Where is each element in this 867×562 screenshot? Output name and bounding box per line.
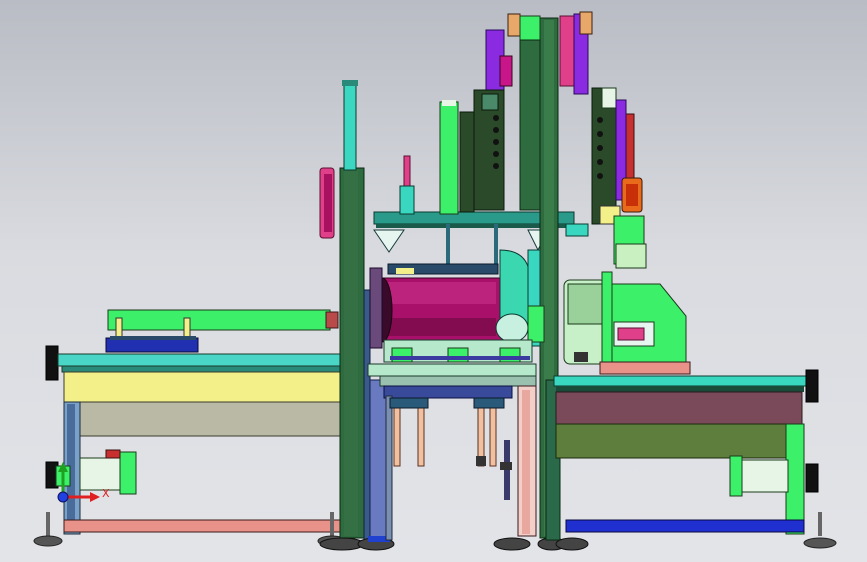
right-bottom-rail: [565, 519, 805, 533]
right-motor-cap: [729, 455, 743, 497]
left-cylinder-base-top: [110, 336, 196, 340]
center-lower-plate: [367, 363, 537, 377]
center-lower-leg-right-inner: [522, 390, 530, 534]
top-orange-gripper-inner: [626, 184, 638, 206]
top-green-shaft: [519, 39, 541, 211]
top-orange-clamp-right: [579, 11, 593, 35]
right-adjust-knob-top: [805, 369, 819, 403]
left-feed-cylinder: [105, 309, 339, 353]
right-adjust-knob-bottom: [805, 463, 819, 493]
cyl-tall-green: [439, 101, 459, 215]
hanging-pin-2: [417, 403, 425, 467]
drum-base-rail: [390, 356, 530, 360]
left-column-rod-cap: [342, 80, 358, 86]
left-yellow-belt: [63, 371, 347, 403]
left-gusset: [373, 229, 405, 253]
left-cylinder-rod-end: [325, 311, 339, 329]
right-table-top: [553, 375, 807, 387]
left-table-top-plate: [57, 353, 349, 367]
left-foot-post-2: [330, 512, 334, 536]
hanging-pin-1: [393, 403, 401, 467]
right-table-strip: [556, 386, 804, 392]
center-foot-1: [493, 537, 531, 551]
center-lower-leg-left: [385, 395, 393, 541]
drum-green-box: [527, 305, 545, 343]
right-maroon-belt: [555, 391, 803, 425]
left-foot-1: [33, 535, 63, 547]
hanging-bracket-left: [389, 397, 429, 409]
left-cylinder-base: [105, 337, 199, 353]
left-table-top-strip: [61, 365, 349, 373]
cyl-red-rod: [403, 155, 411, 191]
center-foot-3: [555, 537, 589, 551]
center-lower-plate-2: [379, 375, 537, 387]
hanging-bolt-2: [500, 462, 512, 470]
center-lower-beam: [383, 385, 513, 399]
top-red-rail: [625, 113, 635, 181]
left-column-post-inner: [344, 170, 358, 536]
right-motor-flange: [601, 271, 613, 365]
left-adjust-knob-top: [45, 345, 59, 381]
left-conveyor-table: [33, 345, 349, 547]
cyl-dark-panel: [459, 111, 475, 213]
drum-top-rail-light: [396, 268, 414, 274]
top-small-valve: [565, 223, 589, 237]
top-chain-left-block: [481, 93, 499, 111]
left-column-brace: [363, 289, 371, 541]
right-motor-ribs: [567, 283, 603, 325]
left-foot-post-1: [46, 512, 50, 536]
top-white-block-right: [601, 87, 617, 109]
triad-x-arrow: [90, 492, 100, 502]
left-column-rod: [343, 81, 357, 171]
left-bottom-rail: [63, 519, 349, 533]
drum-body-shadow: [386, 318, 496, 336]
cyl-teal-body: [399, 185, 415, 215]
triad-origin: [57, 491, 69, 503]
right-conveyor-table: [553, 369, 837, 549]
left-column-blue-leg: [369, 379, 387, 541]
right-olive-panel: [555, 423, 789, 459]
machine-assembly-drawing[interactable]: X: [0, 0, 867, 562]
left-motor-cap: [119, 451, 137, 495]
hanging-bolt-1: [476, 456, 486, 466]
top-lift-mechanism: [473, 11, 647, 269]
hanging-bracket-right: [473, 397, 505, 409]
left-cylinder-body: [107, 309, 331, 331]
left-column-foot-1: [319, 537, 365, 551]
right-gearbox-red-element: [617, 327, 645, 341]
right-motor-base: [599, 361, 691, 375]
right-foot-post: [818, 512, 822, 536]
right-motor-assembly: [563, 271, 691, 375]
magenta-drum-assembly: [369, 249, 545, 363]
drum-stand-left: [369, 267, 383, 349]
cyl-tall-green-cap: [442, 100, 456, 106]
left-motor-red-box: [105, 449, 121, 459]
right-foot: [803, 537, 837, 549]
left-column-pink-cover-inner: [324, 174, 332, 232]
drum-elbow-end: [495, 313, 529, 343]
right-leg: [785, 423, 805, 535]
left-grey-panel: [79, 401, 347, 437]
top-violet-panel: [499, 55, 513, 87]
cad-viewport[interactable]: X: [0, 0, 867, 562]
right-motor-foot: [574, 352, 588, 362]
drum-body-highlight: [386, 282, 496, 304]
triad-x-label: X: [102, 487, 110, 500]
hanging-pin-4: [489, 403, 497, 467]
top-gripper-block: [615, 243, 647, 269]
top-orange-clamp: [507, 13, 521, 37]
